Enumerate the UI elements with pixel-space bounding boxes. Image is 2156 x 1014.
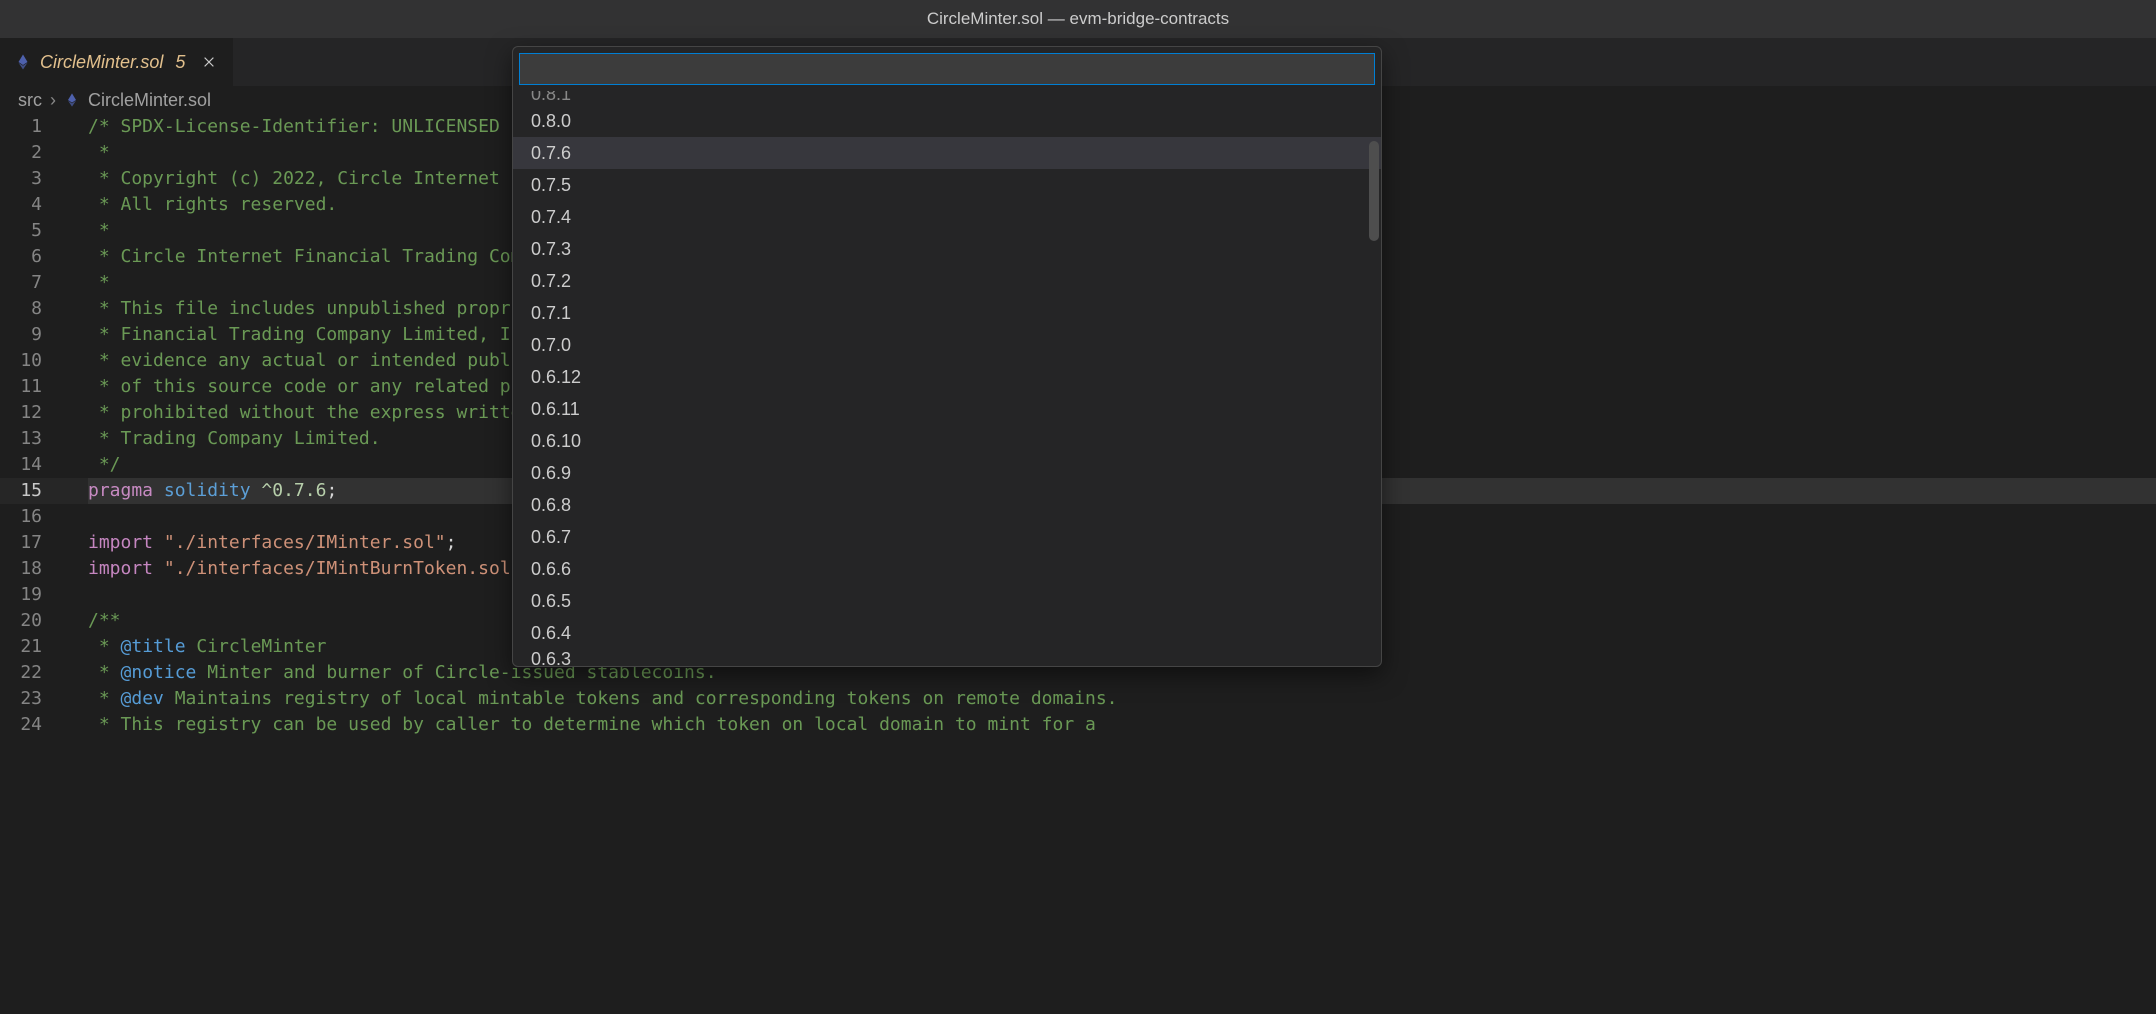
breadcrumb-file[interactable]: CircleMinter.sol (88, 90, 211, 111)
line-number: 16 (0, 504, 42, 530)
palette-item[interactable]: 0.7.3 (513, 233, 1381, 265)
palette-item[interactable]: 0.6.11 (513, 393, 1381, 425)
palette-item[interactable]: 0.6.12 (513, 361, 1381, 393)
palette-item[interactable]: 0.7.4 (513, 201, 1381, 233)
line-number: 5 (0, 218, 42, 244)
line-number: 23 (0, 686, 42, 712)
line-number: 17 (0, 530, 42, 556)
line-number-gutter: 123456789101112131415161718192021222324 (0, 114, 64, 1014)
line-number: 8 (0, 296, 42, 322)
palette-item[interactable]: 0.6.6 (513, 553, 1381, 585)
palette-item[interactable]: 0.6.4 (513, 617, 1381, 649)
palette-item[interactable]: 0.7.6 (513, 137, 1381, 169)
line-number: 3 (0, 166, 42, 192)
tab-modified-badge: 5 (175, 52, 185, 73)
palette-item[interactable]: 0.7.1 (513, 297, 1381, 329)
palette-item[interactable]: 0.7.2 (513, 265, 1381, 297)
line-number: 14 (0, 452, 42, 478)
code-line[interactable]: * This registry can be used by caller to… (88, 712, 2156, 738)
line-number: 4 (0, 192, 42, 218)
line-number: 11 (0, 374, 42, 400)
palette-item[interactable]: 0.8.0 (513, 105, 1381, 137)
line-number: 1 (0, 114, 42, 140)
window-titlebar: CircleMinter.sol — evm-bridge-contracts (0, 0, 2156, 38)
line-number: 6 (0, 244, 42, 270)
palette-item[interactable]: 0.6.9 (513, 457, 1381, 489)
palette-item[interactable]: 0.6.10 (513, 425, 1381, 457)
line-number: 21 (0, 634, 42, 660)
command-palette-list[interactable]: 0.8.10.8.00.7.60.7.50.7.40.7.30.7.20.7.1… (513, 91, 1381, 666)
line-number: 13 (0, 426, 42, 452)
line-number: 2 (0, 140, 42, 166)
code-line[interactable]: * @dev Maintains registry of local minta… (88, 686, 2156, 712)
line-number: 22 (0, 660, 42, 686)
palette-item[interactable]: 0.7.0 (513, 329, 1381, 361)
line-number: 15 (0, 478, 42, 504)
breadcrumb-folder[interactable]: src (18, 90, 42, 111)
window-title: CircleMinter.sol — evm-bridge-contracts (927, 9, 1229, 29)
line-number: 12 (0, 400, 42, 426)
line-number: 10 (0, 348, 42, 374)
palette-item[interactable]: 0.7.5 (513, 169, 1381, 201)
solidity-file-icon (14, 53, 32, 71)
tab-filename: CircleMinter.sol (40, 52, 163, 73)
palette-item[interactable]: 0.8.1 (513, 91, 1381, 105)
palette-item[interactable]: 0.6.3 (513, 649, 1381, 666)
command-palette: 0.8.10.8.00.7.60.7.50.7.40.7.30.7.20.7.1… (512, 46, 1382, 667)
palette-item[interactable]: 0.6.8 (513, 489, 1381, 521)
line-number: 24 (0, 712, 42, 738)
palette-item[interactable]: 0.6.7 (513, 521, 1381, 553)
line-number: 9 (0, 322, 42, 348)
chevron-right-icon: › (50, 90, 56, 111)
line-number: 18 (0, 556, 42, 582)
tab-circleminter[interactable]: CircleMinter.sol 5 (0, 38, 234, 86)
scrollbar-thumb[interactable] (1369, 141, 1379, 241)
command-palette-input[interactable] (519, 53, 1375, 85)
line-number: 20 (0, 608, 42, 634)
line-number: 19 (0, 582, 42, 608)
line-number: 7 (0, 270, 42, 296)
tab-close-button[interactable] (199, 52, 219, 72)
palette-item[interactable]: 0.6.5 (513, 585, 1381, 617)
solidity-file-icon (64, 92, 80, 108)
